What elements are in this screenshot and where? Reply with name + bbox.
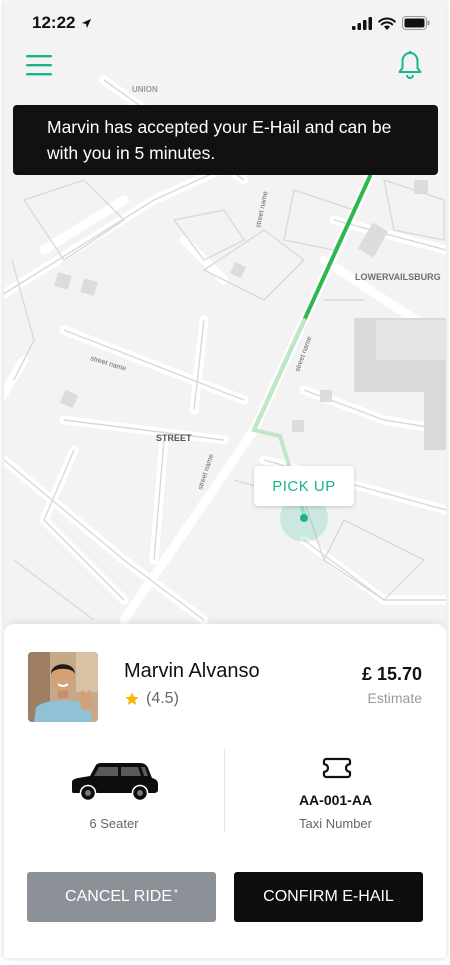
pickup-dot — [300, 514, 308, 522]
wifi-icon — [378, 17, 396, 30]
taxi-number-label: Taxi Number — [299, 816, 372, 831]
signal-icon — [352, 16, 372, 30]
confirm-ehail-button[interactable]: CONFIRM E-HAIL — [234, 872, 423, 922]
cancel-ride-asterisk: * — [174, 887, 178, 899]
top-bar — [4, 50, 446, 82]
vehicle-info: 6 Seater — [4, 758, 224, 838]
cancel-ride-label: CANCEL RIDE — [65, 888, 173, 905]
status-icons — [352, 16, 430, 30]
map[interactable]: UNION LOWERVAILSBURG STREET street name … — [4, 0, 446, 660]
hamburger-menu-icon[interactable] — [26, 52, 54, 78]
taxi-number-info: AA-001-AA Taxi Number — [225, 748, 446, 838]
notification-banner: Marvin has accepted your E-Hail and can … — [13, 105, 438, 175]
star-icon — [125, 692, 139, 705]
taxi-plate-number: AA-001-AA — [298, 792, 373, 808]
rating-value: (4.5) — [146, 690, 179, 707]
pickup-label[interactable]: PICK UP — [254, 466, 354, 506]
ticket-icon — [322, 757, 352, 779]
driver-rating: (4.5) — [124, 690, 179, 708]
battery-icon — [402, 16, 430, 30]
map-label-union: UNION — [132, 85, 158, 94]
cancel-ride-button[interactable]: CANCEL RIDE * — [27, 872, 216, 922]
clock-text: 12:22 — [32, 13, 76, 32]
seater-label: 6 Seater — [89, 816, 139, 831]
bell-icon[interactable] — [396, 50, 424, 80]
status-bar: 12:22 — [4, 0, 446, 46]
location-arrow-icon — [82, 18, 92, 28]
driver-sheet: Marvin Alvanso (4.5) £ 15.70 Estimate 6 … — [4, 624, 446, 958]
avatar — [28, 652, 98, 722]
status-time: 12:22 — [32, 13, 92, 33]
fare-label: Estimate — [367, 690, 422, 706]
map-label-street: STREET — [156, 433, 192, 443]
fare-price: £ 15.70 — [361, 664, 422, 684]
taxi-car-icon — [72, 763, 158, 802]
driver-name: Marvin Alvanso — [124, 660, 260, 682]
phone-screen: UNION LOWERVAILSBURG STREET street name … — [4, 0, 446, 958]
map-label-lowervailsburg: LOWERVAILSBURG — [355, 272, 441, 282]
